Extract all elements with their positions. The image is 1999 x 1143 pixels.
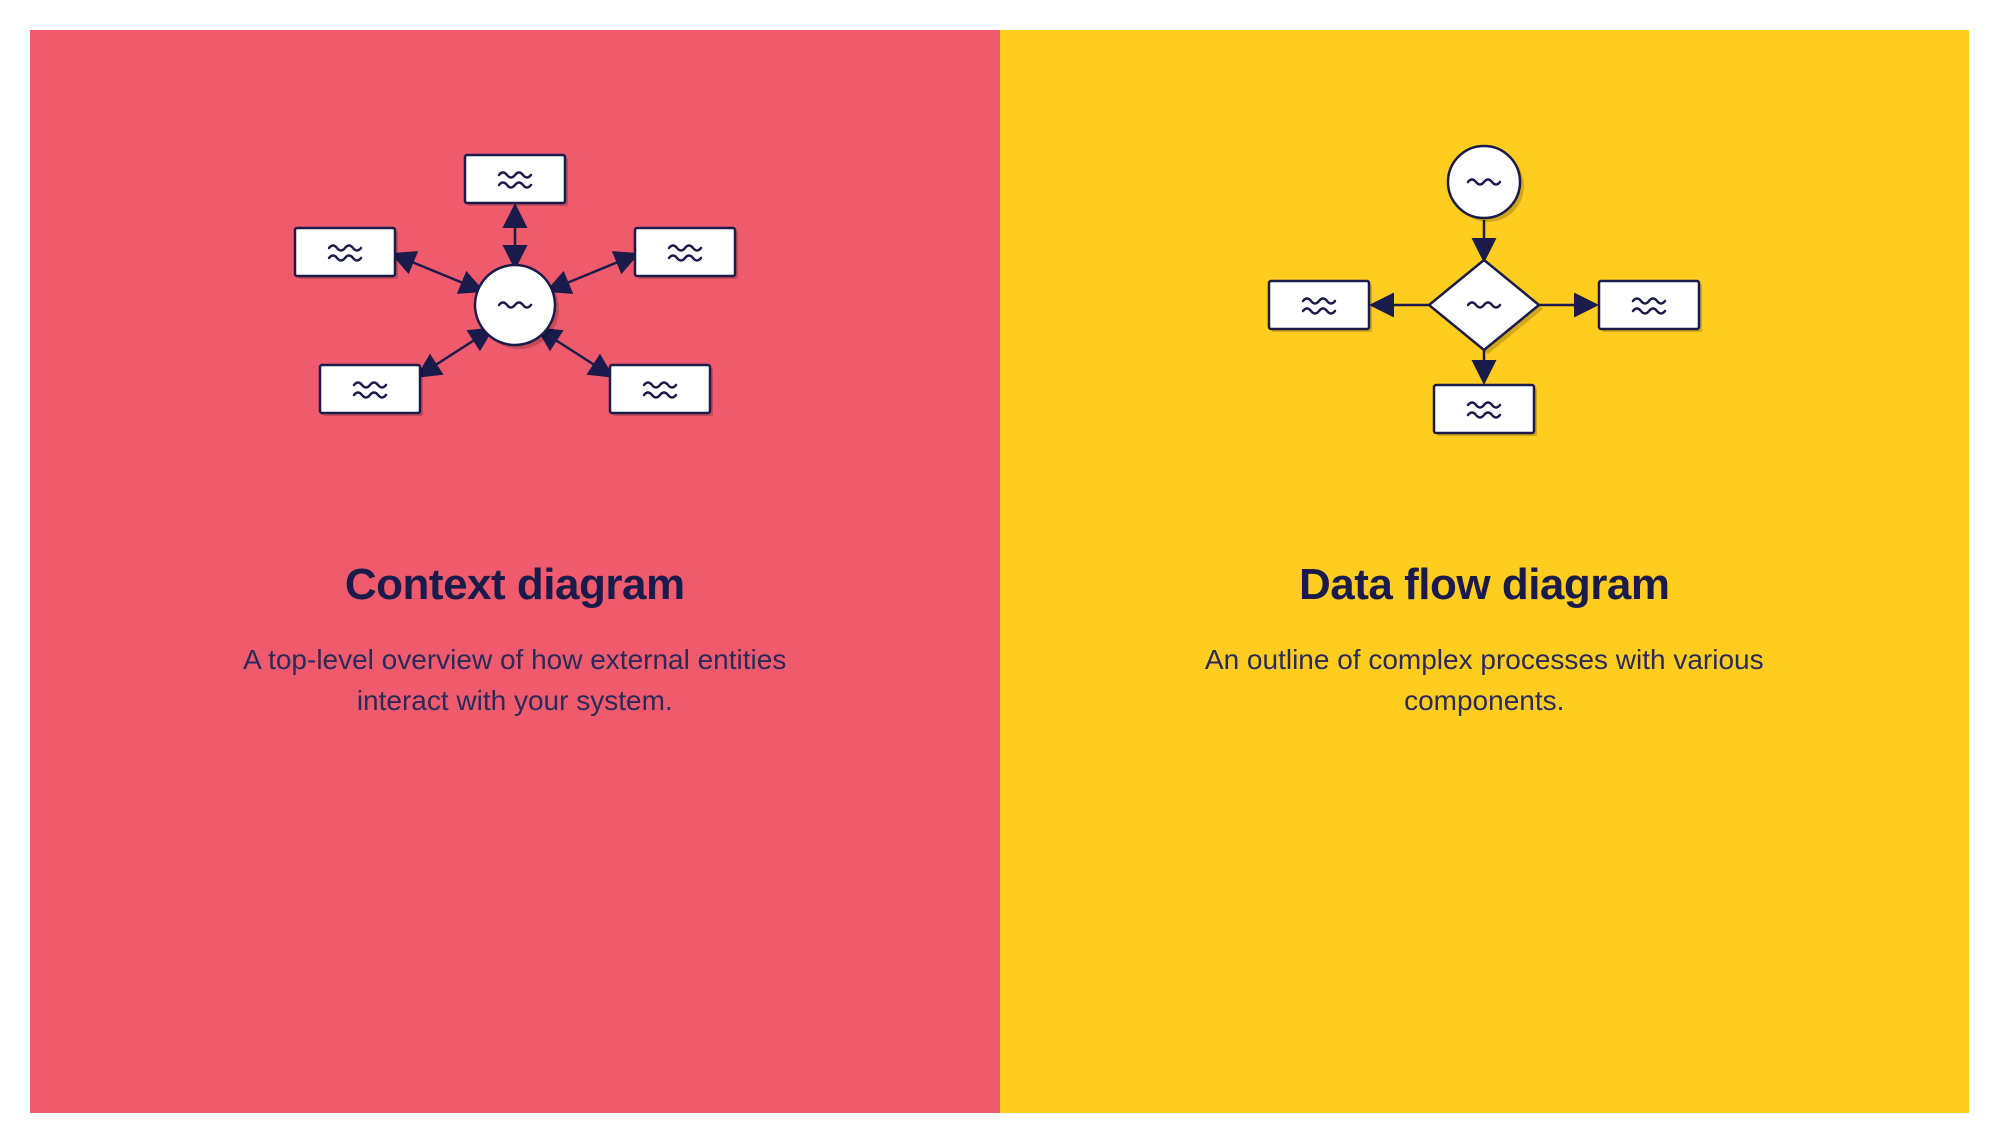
output-rect-bottom [1434,385,1537,436]
context-diagram-panel: Context diagram A top-level overview of … [30,30,1000,1113]
entity-rect-bottom-left [320,365,423,416]
context-diagram-title: Context diagram [345,560,685,610]
output-rect-left [1269,281,1372,332]
entity-rect-left [295,228,398,279]
context-diagram-illustration [235,150,795,470]
entity-rect-right [635,228,738,279]
data-flow-diagram-description: An outline of complex processes with var… [1164,640,1804,721]
data-flow-diagram-panel: Data flow diagram An outline of complex … [1000,30,1970,1113]
output-rect-right [1599,281,1702,332]
entity-rect-top [465,155,568,206]
data-flow-diagram-title: Data flow diagram [1299,560,1669,610]
context-diagram-description: A top-level overview of how external ent… [195,640,835,721]
entity-rect-bottom-right [610,365,713,416]
decision-diamond [1429,260,1543,354]
data-flow-diagram-illustration [1204,150,1764,470]
